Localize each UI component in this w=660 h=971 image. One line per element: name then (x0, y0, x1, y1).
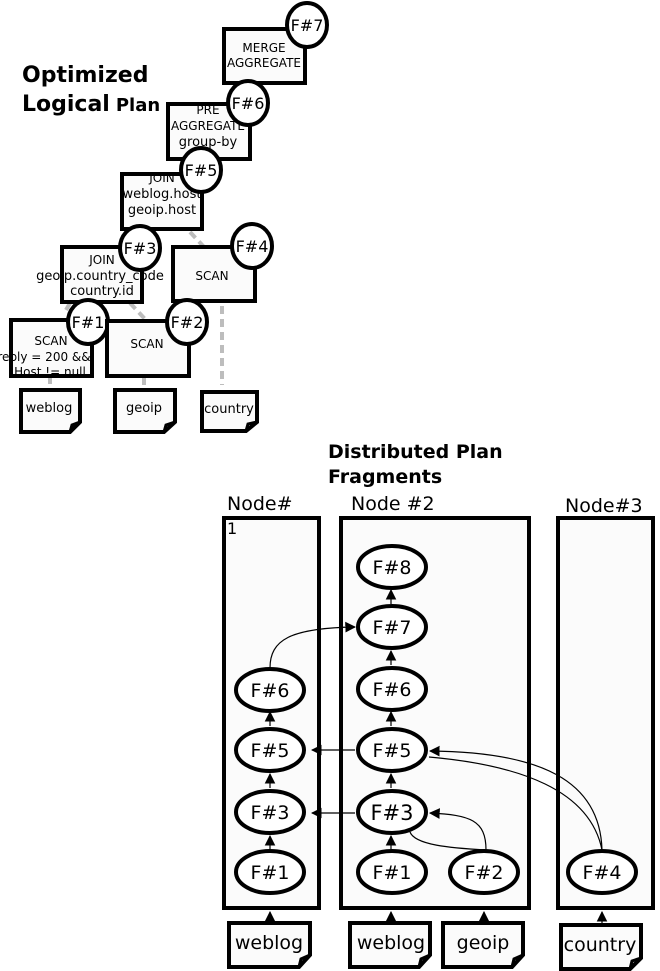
operator-label: PRE (196, 103, 219, 117)
fragment-badge-label: F#1 (72, 313, 105, 332)
operator-label: SCAN (195, 269, 228, 283)
node-3-label: Node#3 (565, 495, 643, 517)
dashed-connector (128, 301, 147, 321)
node-2-label: Node #2 (351, 493, 435, 515)
fragment-badge-label: F#3 (124, 239, 157, 258)
source-label: geoip (126, 401, 162, 416)
fragment-badge-label: F#7 (291, 16, 324, 35)
source-doc-geoip-node2: geoip (441, 921, 525, 969)
fragment-badge-label: F#5 (185, 161, 218, 180)
operator-label: geoip.host (128, 203, 196, 218)
operator-merge-aggregate: MERGE AGGREGATE F#7 (222, 1, 329, 85)
operator-scan-country: SCAN F#4 (171, 222, 274, 303)
operator-label: SCAN (34, 334, 67, 348)
distributed-plan-title-line1: Distributed Plan (328, 441, 503, 463)
distributed-plan: Distributed Plan Fragments Node# 1 Node … (222, 441, 655, 971)
operator-label: Host != null (14, 365, 86, 379)
fragment-label: F#8 (373, 557, 412, 579)
node-1-label-number-overlay: 1 (227, 519, 237, 538)
logical-plan-title-logical: Logical (22, 92, 110, 117)
source-doc-weblog: weblog (19, 388, 82, 434)
source-doc-country-node3: country (559, 923, 643, 971)
source-doc-country: country (200, 390, 259, 433)
logical-plan-title-plan: Plan (116, 95, 160, 116)
source-label: weblog (26, 401, 73, 416)
source-label: country (564, 934, 637, 956)
fragment-label: F#3 (251, 802, 290, 824)
fragment-badge-label: F#2 (171, 313, 204, 332)
source-label: country (204, 402, 254, 417)
fragment-label: F#6 (251, 680, 290, 702)
source-label: weblog (357, 932, 425, 954)
operator-label: AGGREGATE (227, 56, 301, 70)
operator-label: country.id (70, 284, 134, 299)
fragment-badge-label: F#6 (232, 94, 265, 113)
node-1-label: Node# (227, 493, 293, 515)
source-label: geoip (457, 932, 510, 954)
operator-label: JOIN (148, 171, 175, 185)
fragment-badge-label: F#4 (236, 237, 269, 256)
fragment-label: F#3 (370, 801, 413, 825)
logical-plan-title-line1: Optimized (22, 63, 148, 88)
operator-label: JOIN (88, 253, 115, 267)
fragment-label: F#5 (251, 740, 290, 762)
operator-label: reply = 200 && (0, 350, 91, 364)
source-label: weblog (235, 932, 303, 954)
fragment-label: F#1 (251, 862, 290, 884)
operator-pre-aggregate: PRE AGGREGATE group-by F#6 (166, 79, 270, 161)
fragment-label: F#5 (373, 740, 412, 762)
fragment-label: F#7 (373, 617, 412, 639)
operator-label: SCAN (130, 337, 163, 351)
node-3-fragments: F#4 (566, 849, 638, 895)
fragment-label: F#2 (465, 862, 504, 884)
query-plan-diagram: Optimized Logical Plan MERGE AGGREGATE F#… (0, 1, 655, 971)
fragment-label: F#4 (583, 862, 622, 884)
fragment-label: F#1 (373, 862, 412, 884)
source-doc-weblog-node2: weblog (348, 921, 432, 969)
logical-plan-title-line2: Logical Plan (22, 92, 160, 117)
dashed-connector (64, 302, 72, 311)
operator-scan-weblog: SCAN reply = 200 && Host != null F#1 (0, 298, 110, 379)
source-doc-weblog-node1: weblog (227, 921, 312, 969)
operator-label: MERGE (242, 41, 285, 55)
distributed-plan-title-line2: Fragments (328, 466, 442, 488)
operator-join-country: JOIN geoip.country_code country.id F#3 (36, 224, 164, 304)
logical-plan: Optimized Logical Plan MERGE AGGREGATE F#… (0, 1, 329, 434)
operator-scan-geoip: SCAN F#2 (105, 298, 209, 378)
fragment-label: F#6 (373, 679, 412, 701)
source-doc-geoip: geoip (113, 388, 177, 434)
